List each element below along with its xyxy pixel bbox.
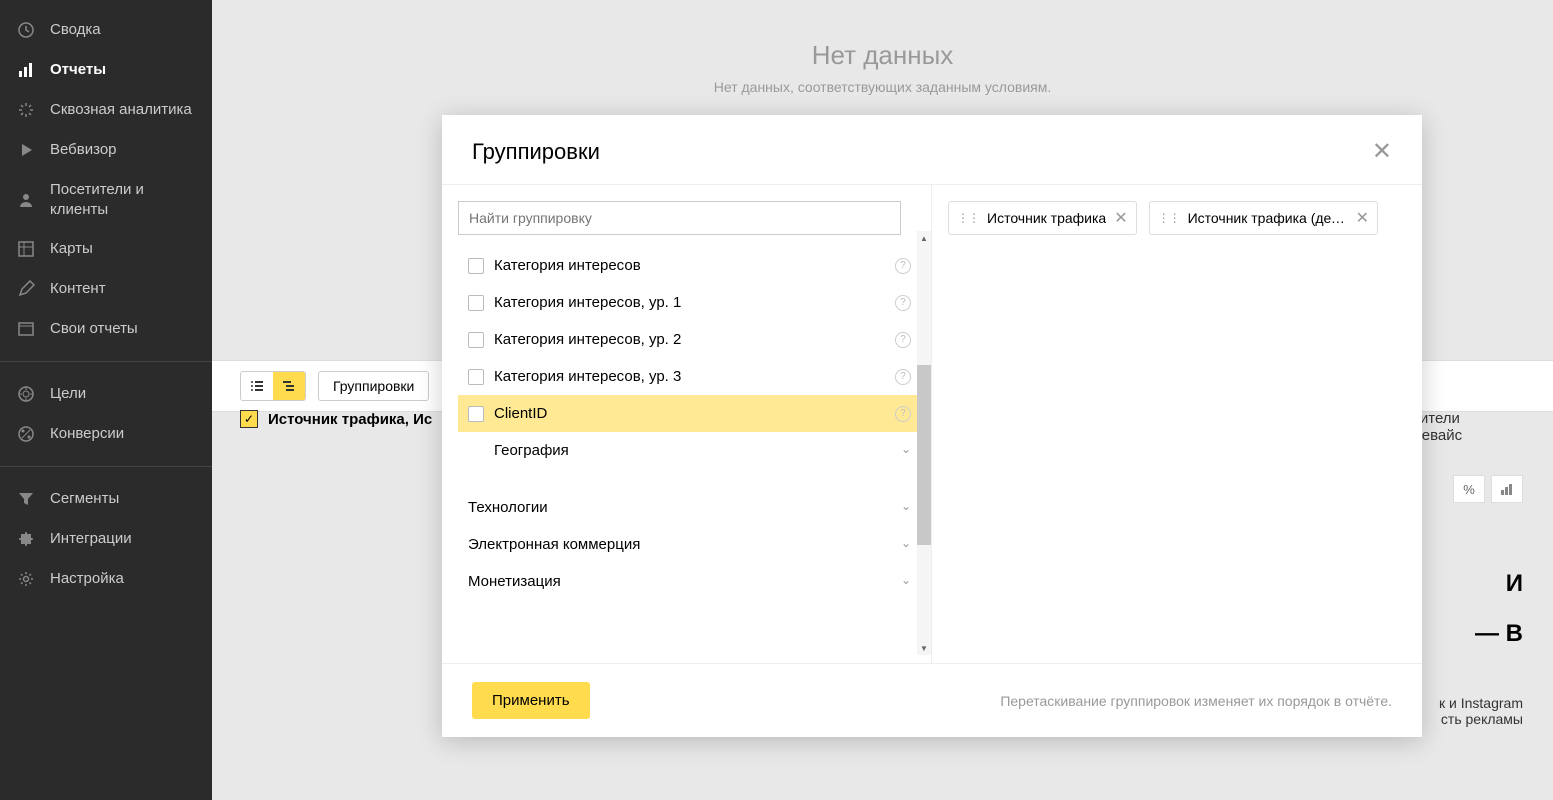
list-item[interactable]: Категория интересов, ур. 2 ? [458,321,921,358]
sidebar-item-reports[interactable]: Отчеты [0,50,212,90]
checkbox[interactable] [468,258,484,274]
drag-icon[interactable]: ⋮⋮ [1158,211,1180,225]
modal-title: Группировки [472,139,600,165]
gear-icon [16,569,36,589]
category-label: Электронная коммерция [468,536,640,553]
sidebar: Сводка Отчеты Сквозная аналитика Вебвизо… [0,0,212,800]
modal-overlay: Группировки ✕ Категория интересов ? Кате… [212,0,1553,800]
sidebar-label: Свои отчеты [50,319,138,339]
help-icon[interactable]: ? [895,406,911,422]
help-icon[interactable]: ? [895,258,911,274]
chevron-down-icon: ⌄ [901,499,911,516]
scroll-up-icon[interactable]: ▲ [917,231,931,245]
sidebar-label: Посетители и клиенты [50,180,196,219]
burst-icon [16,100,36,120]
footer-hint: Перетаскивание группировок изменяет их п… [1000,693,1392,709]
list-item-clientid[interactable]: ClientID ? [458,395,921,432]
list-item-label: Категория интересов, ур. 3 [494,368,681,385]
puzzle-icon [16,529,36,549]
target-icon [16,384,36,404]
user-icon [16,190,36,210]
chip-traffic-source-detail[interactable]: ⋮⋮ Источник трафика (деталь... ✕ [1149,201,1378,235]
close-icon[interactable]: ✕ [1372,137,1392,166]
search-input[interactable] [458,201,901,235]
checkbox[interactable] [468,332,484,348]
divider [0,361,212,362]
apply-button[interactable]: Применить [472,682,590,719]
modal-left-panel: Категория интересов ? Категория интересо… [442,185,932,663]
percent-icon [16,424,36,444]
sidebar-item-segments[interactable]: Сегменты [0,479,212,519]
chevron-down-icon: ⌄ [901,573,911,590]
sidebar-label: Вебвизор [50,140,117,160]
sidebar-item-integrations[interactable]: Интеграции [0,519,212,559]
list-item[interactable]: Категория интересов, ур. 3 ? [458,358,921,395]
close-icon[interactable]: ✕ [1114,208,1127,228]
sidebar-label: Отчеты [50,60,106,80]
category-geography[interactable]: География ⌄ [458,432,921,469]
sidebar-item-goals[interactable]: Цели [0,374,212,414]
chip-label: Источник трафика [987,210,1106,226]
help-icon[interactable]: ? [895,369,911,385]
category-ecommerce[interactable]: Электронная коммерция ⌄ [458,526,921,563]
sidebar-label: Цели [50,384,86,404]
modal-body: Категория интересов ? Категория интересо… [442,184,1422,663]
checkbox[interactable] [468,295,484,311]
modal-right-panel: ⋮⋮ Источник трафика ✕ ⋮⋮ Источник трафик… [932,185,1422,663]
selected-chips: ⋮⋮ Источник трафика ✕ ⋮⋮ Источник трафик… [948,201,1406,235]
sidebar-item-content[interactable]: Контент [0,269,212,309]
list-item[interactable]: Категория интересов ? [458,247,921,284]
list-item-label: Категория интересов, ур. 1 [494,294,681,311]
window-icon [16,319,36,339]
play-icon [16,140,36,160]
checkbox[interactable] [468,369,484,385]
funnel-icon [16,489,36,509]
category-technology[interactable]: Технологии ⌄ [458,489,921,526]
close-icon[interactable]: ✕ [1356,208,1369,228]
sidebar-label: Сводка [50,20,101,40]
scrollbar-thumb[interactable] [917,365,931,545]
sidebar-label: Конверсии [50,424,124,444]
list-item[interactable]: Категория интересов, ур. 1 ? [458,284,921,321]
help-icon[interactable]: ? [895,332,911,348]
scroll-down-icon[interactable]: ▼ [917,641,931,655]
chevron-down-icon: ⌄ [901,442,911,459]
sidebar-label: Контент [50,279,106,299]
grid-icon [16,239,36,259]
pencil-icon [16,279,36,299]
grouping-modal: Группировки ✕ Категория интересов ? Кате… [442,115,1422,737]
sidebar-label: Сегменты [50,489,119,509]
list-item-label: Категория интересов [494,257,641,274]
sidebar-item-webvisor[interactable]: Вебвизор [0,130,212,170]
sidebar-label: Настройка [50,569,124,589]
sidebar-label: Карты [50,239,93,259]
modal-footer: Применить Перетаскивание группировок изм… [442,663,1422,737]
clock-icon [16,20,36,40]
category-monetization[interactable]: Монетизация ⌄ [458,563,921,600]
help-icon[interactable]: ? [895,295,911,311]
sidebar-item-settings[interactable]: Настройка [0,559,212,599]
sidebar-item-custom[interactable]: Свои отчеты [0,309,212,349]
sidebar-label: Сквозная аналитика [50,100,192,120]
chip-traffic-source[interactable]: ⋮⋮ Источник трафика ✕ [948,201,1137,235]
category-label: Технологии [468,499,548,516]
sidebar-item-analytics[interactable]: Сквозная аналитика [0,90,212,130]
chevron-down-icon: ⌄ [901,536,911,553]
sidebar-item-visitors[interactable]: Посетители и клиенты [0,170,212,229]
list-item-label: Категория интересов, ур. 2 [494,331,681,348]
sidebar-label: Интеграции [50,529,132,549]
divider [0,466,212,467]
grouping-list[interactable]: Категория интересов ? Категория интересо… [458,247,931,647]
sidebar-item-conversions[interactable]: Конверсии [0,414,212,454]
sidebar-item-maps[interactable]: Карты [0,229,212,269]
bars-icon [16,60,36,80]
checkbox[interactable] [468,406,484,422]
category-label: Монетизация [468,573,561,590]
category-label: География [494,442,569,459]
drag-icon[interactable]: ⋮⋮ [957,211,979,225]
list-item-label: ClientID [494,405,547,422]
chip-label: Источник трафика (деталь... [1188,210,1348,226]
sidebar-item-summary[interactable]: Сводка [0,10,212,50]
modal-header: Группировки ✕ [442,115,1422,184]
